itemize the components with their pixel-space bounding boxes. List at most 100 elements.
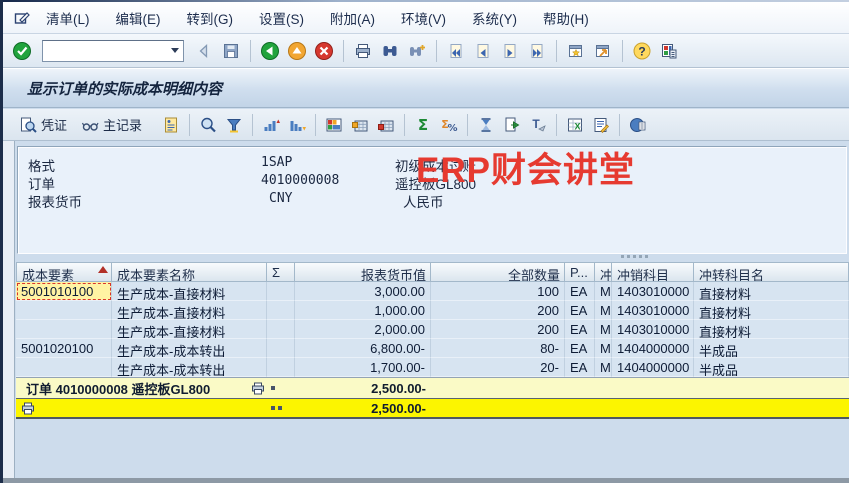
screen-menu-icon[interactable] (11, 7, 33, 29)
send-icon[interactable]: T (527, 114, 549, 136)
filter-icon[interactable] (223, 114, 245, 136)
cell-total-quantity[interactable]: 200 (431, 301, 565, 320)
word-processing-icon[interactable] (590, 114, 612, 136)
cell-offset-type[interactable]: M (595, 358, 612, 377)
find-next-icon[interactable] (406, 40, 428, 62)
cell-sigma[interactable] (267, 358, 295, 377)
back-nav-icon[interactable] (193, 40, 215, 62)
current-layout-icon[interactable] (323, 114, 345, 136)
previous-page-icon[interactable] (472, 40, 494, 62)
menu-goto[interactable]: 转到(G) (174, 8, 247, 28)
save-icon[interactable] (220, 40, 242, 62)
column-header-offset-type[interactable]: 冲 (595, 262, 612, 282)
search-icon[interactable] (197, 114, 219, 136)
subtotal-row[interactable]: 订单 4010000008 遥控板GL800 2,500.00- (16, 377, 849, 398)
column-header-offset-account[interactable]: 冲销科目 (612, 262, 694, 282)
menu-help[interactable]: 帮助(H) (530, 8, 602, 28)
cell-report-currency-value[interactable]: 6,800.00- (295, 339, 431, 358)
column-header-cost-element[interactable]: 成本要素 (16, 262, 112, 282)
help-icon[interactable]: ? (631, 40, 653, 62)
cell-offset-account[interactable]: 1403010000 (612, 301, 694, 320)
cell-offset-type[interactable]: M (595, 339, 612, 358)
cell-offset-type[interactable]: M (595, 282, 612, 301)
sort-ascending-icon[interactable] (260, 114, 282, 136)
cell-offset-account-name[interactable]: 直接材料 (694, 320, 849, 339)
cell-offset-type[interactable]: M (595, 320, 612, 339)
cell-offset-account[interactable]: 1403010000 (612, 282, 694, 301)
cell-cost-element[interactable] (16, 358, 112, 377)
menu-list[interactable]: 清单(L) (33, 8, 103, 28)
export-icon[interactable] (501, 114, 523, 136)
cell-unit[interactable]: EA (565, 301, 595, 320)
cell-report-currency-value[interactable]: 3,000.00 (295, 282, 431, 301)
cell-cost-element-name[interactable]: 生产成本-直接材料 (112, 282, 267, 301)
splitter-handle[interactable] (621, 255, 648, 258)
cell-sigma[interactable] (267, 301, 295, 320)
column-header-report-currency-value[interactable]: 报表货币值 (295, 262, 431, 282)
document-button[interactable]: 凭证 (13, 113, 71, 137)
cell-cost-element[interactable] (16, 301, 112, 320)
column-header-offset-account-name[interactable]: 冲转科目名 (694, 262, 849, 282)
menu-edit[interactable]: 编辑(E) (103, 8, 174, 28)
menu-system[interactable]: 系统(Y) (459, 8, 530, 28)
cell-sigma[interactable] (267, 339, 295, 358)
cell-unit[interactable]: EA (565, 282, 595, 301)
menu-settings[interactable]: 设置(S) (246, 8, 317, 28)
enter-icon[interactable] (11, 40, 33, 62)
cell-cost-element-name[interactable]: 生产成本-直接材料 (112, 320, 267, 339)
sum-percent-icon[interactable]: Σ % (438, 114, 460, 136)
find-icon[interactable] (379, 40, 401, 62)
cell-offset-account-name[interactable]: 直接材料 (694, 282, 849, 301)
cell-sigma[interactable] (267, 282, 295, 301)
last-page-icon[interactable] (526, 40, 548, 62)
cancel-icon[interactable] (313, 40, 335, 62)
column-header-unit[interactable]: P... (565, 262, 595, 282)
cell-unit[interactable]: EA (565, 358, 595, 377)
cell-cost-element-name[interactable]: 生产成本-成本转出 (112, 358, 267, 377)
master-record-button[interactable]: 主记录 (75, 113, 146, 137)
first-page-icon[interactable] (445, 40, 467, 62)
next-page-icon[interactable] (499, 40, 521, 62)
cell-unit[interactable]: EA (565, 339, 595, 358)
cell-offset-type[interactable]: M (595, 301, 612, 320)
cell-total-quantity[interactable]: 80- (431, 339, 565, 358)
cell-total-quantity[interactable]: 20- (431, 358, 565, 377)
sort-descending-icon[interactable] (286, 114, 308, 136)
column-header-sigma[interactable]: Σ (267, 262, 295, 282)
grand-total-row[interactable]: 2,500.00- (16, 398, 849, 419)
cell-cost-element[interactable] (16, 320, 112, 339)
cell-report-currency-value[interactable]: 1,000.00 (295, 301, 431, 320)
detail-icon[interactable] (160, 114, 182, 136)
cell-unit[interactable]: EA (565, 320, 595, 339)
cell-cost-element-name[interactable]: 生产成本-成本转出 (112, 339, 267, 358)
cell-total-quantity[interactable]: 200 (431, 320, 565, 339)
info-icon[interactable] (627, 114, 649, 136)
cell-offset-account-name[interactable]: 半成品 (694, 358, 849, 377)
menu-extras[interactable]: 附加(A) (317, 8, 388, 28)
subtotal-icon[interactable] (375, 114, 397, 136)
hourglass-icon[interactable] (475, 114, 497, 136)
back-icon[interactable] (259, 40, 281, 62)
print-icon[interactable] (352, 40, 374, 62)
total-icon[interactable] (349, 114, 371, 136)
cell-offset-account-name[interactable]: 直接材料 (694, 301, 849, 320)
cell-offset-account[interactable]: 1404000000 (612, 358, 694, 377)
cell-total-quantity[interactable]: 100 (431, 282, 565, 301)
cell-offset-account[interactable]: 1403010000 (612, 320, 694, 339)
cell-report-currency-value[interactable]: 2,000.00 (295, 320, 431, 339)
customize-layout-icon[interactable] (658, 40, 680, 62)
excel-icon[interactable]: X (564, 114, 586, 136)
cell-sigma[interactable] (267, 320, 295, 339)
new-session-icon[interactable] (565, 40, 587, 62)
cell-offset-account[interactable]: 1404000000 (612, 339, 694, 358)
cell-cost-element[interactable]: 5001010100 (16, 282, 112, 301)
cell-cost-element[interactable]: 5001020100 (16, 339, 112, 358)
cell-report-currency-value[interactable]: 1,700.00- (295, 358, 431, 377)
cell-cost-element-name[interactable]: 生产成本-直接材料 (112, 301, 267, 320)
up-icon[interactable] (286, 40, 308, 62)
sum-icon[interactable]: Σ (412, 114, 434, 136)
command-input[interactable] (42, 40, 184, 62)
create-shortcut-icon[interactable] (592, 40, 614, 62)
menu-environment[interactable]: 环境(V) (388, 8, 459, 28)
cell-offset-account-name[interactable]: 半成品 (694, 339, 849, 358)
